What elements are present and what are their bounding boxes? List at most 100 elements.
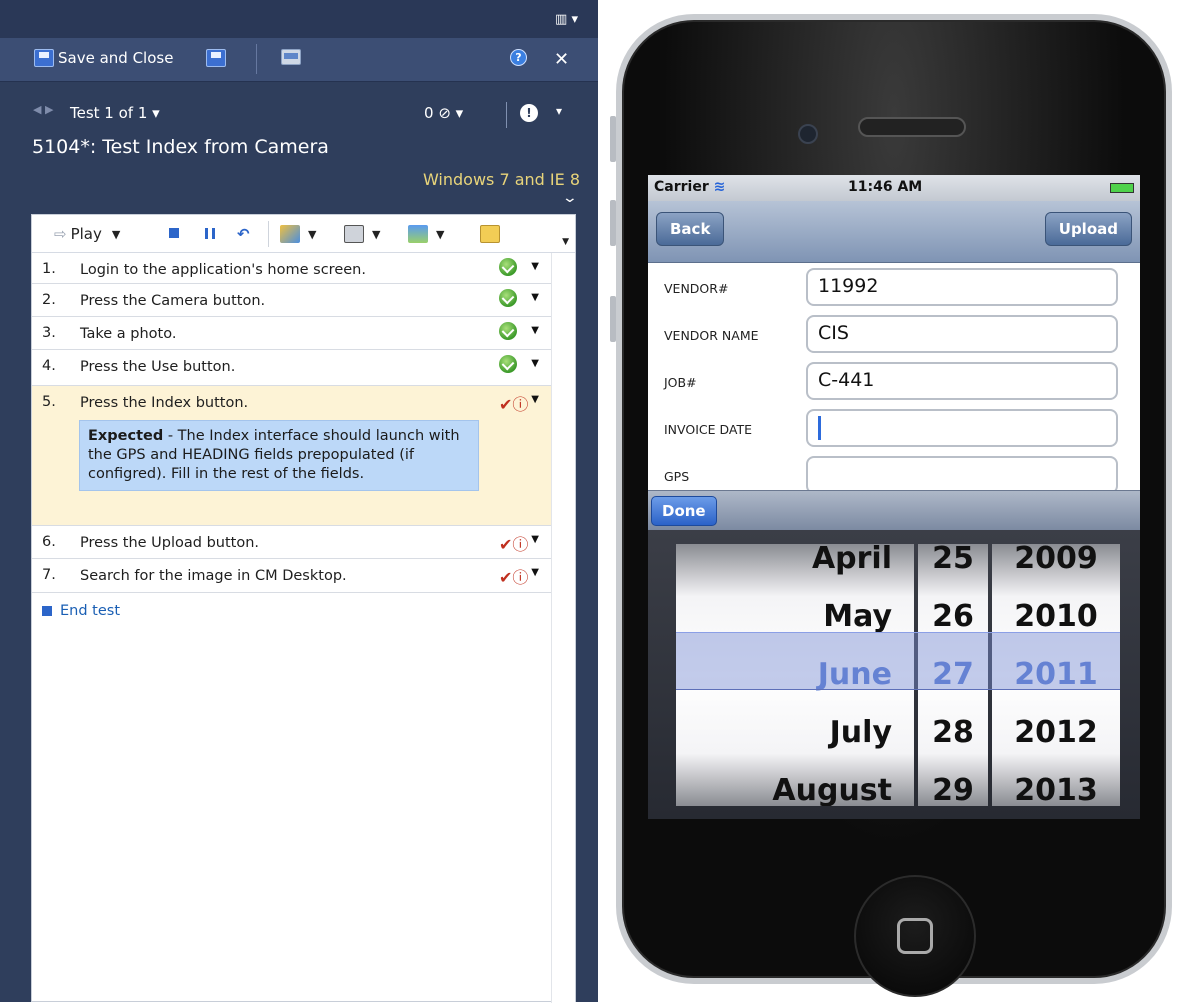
step-dropdown-icon[interactable]: ▼ xyxy=(531,534,539,545)
home-square-icon xyxy=(897,918,933,954)
vendor-name-row: VENDOR NAME CIS xyxy=(648,310,1140,357)
step-number: 5. xyxy=(42,394,56,410)
index-form: VENDOR# 11992 VENDOR NAME CIS JOB# C-441… xyxy=(648,263,1140,494)
passed-icon[interactable] xyxy=(499,258,517,276)
month-option: August xyxy=(772,773,892,806)
toolbar-overflow-icon[interactable]: ▼ xyxy=(562,237,569,247)
save-button[interactable] xyxy=(206,49,226,67)
test-navigation: ◀ ▶ Test 1 of 1 ▾ 0 ⊘ ▾ ! ▾ xyxy=(0,100,598,130)
vendor-name-field[interactable]: CIS xyxy=(806,315,1118,353)
passed-icon[interactable] xyxy=(499,355,517,373)
steps-toolbar-separator xyxy=(268,221,269,247)
layout-icon[interactable]: ▥ ▾ xyxy=(555,12,578,27)
pending-icon[interactable]: ✔ⓘ xyxy=(499,391,528,414)
step-dropdown-icon[interactable]: ▼ xyxy=(531,292,539,303)
step-row[interactable]: 4. Press the Use button. ▼ xyxy=(32,350,551,386)
day-option: 29 xyxy=(932,773,974,806)
picker-selection-indicator xyxy=(676,632,1120,690)
day-option: 28 xyxy=(932,715,974,750)
year-option: 2012 xyxy=(1014,715,1098,750)
pending-icon[interactable]: ✔ⓘ xyxy=(499,531,528,554)
passed-icon[interactable] xyxy=(499,322,517,340)
job-number-row: JOB# C-441 xyxy=(648,357,1140,404)
step-dropdown-icon[interactable]: ▼ xyxy=(531,358,539,369)
create-bug-button[interactable]: ▼ xyxy=(280,225,316,243)
folder-icon xyxy=(281,49,301,65)
clock: 11:46 AM xyxy=(848,179,923,195)
pause-button[interactable] xyxy=(205,228,215,239)
reset-button[interactable]: ↶ xyxy=(237,225,250,243)
screenshot-button[interactable]: ▼ xyxy=(344,225,380,243)
test-counter[interactable]: Test 1 of 1 ▾ xyxy=(70,104,160,122)
step-row[interactable]: 3. Take a photo. ▼ xyxy=(32,317,551,350)
info-icon[interactable]: ! xyxy=(520,104,538,122)
nav-separator xyxy=(506,102,507,128)
back-button[interactable]: Back xyxy=(656,212,725,246)
step-row[interactable]: 7. Search for the image in CM Desktop. ✔… xyxy=(32,559,551,593)
upload-button[interactable]: Upload xyxy=(1044,212,1132,246)
steps-toolbar: ⇨ Play ▼ ↶ ▼ ▼ ▼ ▼ xyxy=(32,215,575,253)
bug-dropdown-icon: ▼ xyxy=(308,227,317,241)
chevron-down-icon[interactable]: ⌄ xyxy=(562,190,578,206)
prev-next-icon[interactable]: ◀ ▶ xyxy=(33,103,53,116)
attachment-count: 0 xyxy=(424,104,434,122)
done-button[interactable]: Done xyxy=(651,496,717,526)
step-number: 6. xyxy=(42,534,56,550)
vendor-number-field[interactable]: 11992 xyxy=(806,268,1118,306)
step-text: Press the Upload button. xyxy=(80,535,260,551)
passed-icon[interactable] xyxy=(499,289,517,307)
test-counter-label: Test 1 of 1 xyxy=(70,104,148,122)
carrier-label: Carrier ≋ xyxy=(654,179,725,195)
save-and-close-label: Save and Close xyxy=(58,49,174,67)
stop-button[interactable] xyxy=(169,228,179,238)
date-picker[interactable]: April May June July August 25 26 27 28 2… xyxy=(648,530,1140,819)
play-label: Play xyxy=(70,225,102,243)
undo-icon: ↶ xyxy=(237,225,250,243)
vendor-number-row: VENDOR# 11992 xyxy=(648,263,1140,310)
step-dropdown-icon[interactable]: ▼ xyxy=(531,325,539,336)
step-text: Login to the application's home screen. xyxy=(80,262,366,278)
help-button[interactable]: ? xyxy=(510,49,527,66)
close-button[interactable]: ✕ xyxy=(554,49,569,70)
gps-field[interactable] xyxy=(806,456,1118,494)
phone-screen: Carrier ≋ 11:46 AM Back Upload VENDOR# 1… xyxy=(648,175,1140,819)
pending-icon[interactable]: ✔ⓘ xyxy=(499,564,528,587)
play-button[interactable]: ⇨ Play ▼ xyxy=(54,225,120,243)
configuration-label: Windows 7 and IE 8 xyxy=(422,170,580,189)
open-button[interactable] xyxy=(281,49,301,65)
info-dropdown-icon[interactable]: ▾ xyxy=(556,104,562,118)
job-number-field[interactable]: C-441 xyxy=(806,362,1118,400)
step-text: Press the Use button. xyxy=(80,359,236,375)
comment-button[interactable] xyxy=(480,225,500,243)
step-text: Press the Index button. xyxy=(80,395,249,411)
system-info-button[interactable]: ▼ xyxy=(408,225,444,243)
camera-icon xyxy=(344,225,364,243)
step-number: 1. xyxy=(42,261,56,277)
step-dropdown-icon[interactable]: ▼ xyxy=(531,261,539,272)
home-button[interactable] xyxy=(854,875,976,997)
invoice-date-field[interactable] xyxy=(806,409,1118,447)
note-icon xyxy=(480,225,500,243)
step-row[interactable]: 6. Press the Upload button. ✔ⓘ ▼ xyxy=(32,526,551,559)
step-text: Take a photo. xyxy=(80,326,177,342)
end-test-link[interactable]: End test xyxy=(42,603,120,619)
play-icon: ⇨ xyxy=(54,225,67,243)
stop-icon xyxy=(169,228,179,238)
battery-icon xyxy=(1110,183,1134,193)
vendor-number-label: VENDOR# xyxy=(664,281,729,296)
attachments-button[interactable]: 0 ⊘ ▾ xyxy=(424,104,463,122)
navigation-bar: Back Upload xyxy=(648,201,1140,263)
step-row-active[interactable]: 5. Press the Index button. ✔ⓘ ▼ Expected… xyxy=(32,386,551,526)
system-info-icon xyxy=(408,225,428,243)
step-row[interactable]: 1. Login to the application's home scree… xyxy=(32,253,551,284)
steps-scrollbar[interactable] xyxy=(551,253,575,1003)
save-and-close-button[interactable]: Save and Close xyxy=(34,49,173,67)
step-number: 7. xyxy=(42,567,56,583)
step-dropdown-icon[interactable]: ▼ xyxy=(531,394,539,405)
text-cursor xyxy=(818,415,821,440)
year-option: 2013 xyxy=(1014,773,1098,806)
invoice-date-row: INVOICE DATE xyxy=(648,404,1140,451)
step-dropdown-icon[interactable]: ▼ xyxy=(531,567,539,578)
step-row[interactable]: 2. Press the Camera button. ▼ xyxy=(32,284,551,317)
title-bar: ▥ ▾ xyxy=(0,0,598,38)
